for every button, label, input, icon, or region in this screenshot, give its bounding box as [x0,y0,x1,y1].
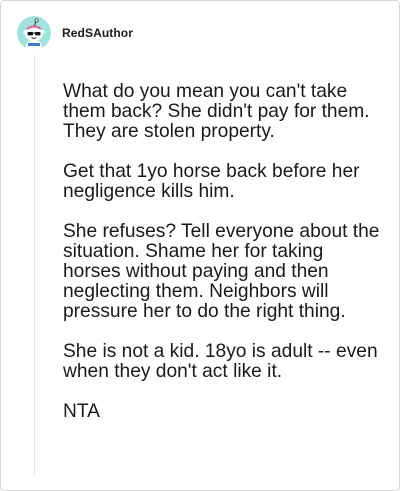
comment-paragraph: What do you mean you can't take them bac… [63,81,370,142]
comment-paragraph: Get that 1yo horse back before her negli… [63,161,360,202]
comment-header: RedSAuthor [17,15,133,51]
comment-paragraph: She is not a kid. 18yo is adult -- even … [63,341,378,382]
snoo-avatar-sunglasses-icon[interactable] [17,16,51,50]
thread-collapse-line[interactable] [34,57,35,475]
comment-body: What do you mean you can't take them bac… [63,82,385,442]
comment-card: RedSAuthor What do you mean you can't ta… [0,0,400,491]
comment-author[interactable]: RedSAuthor [62,26,133,40]
comment-paragraph: She refuses? Tell everyone about the sit… [63,221,380,322]
comment-paragraph: NTA [63,401,100,422]
